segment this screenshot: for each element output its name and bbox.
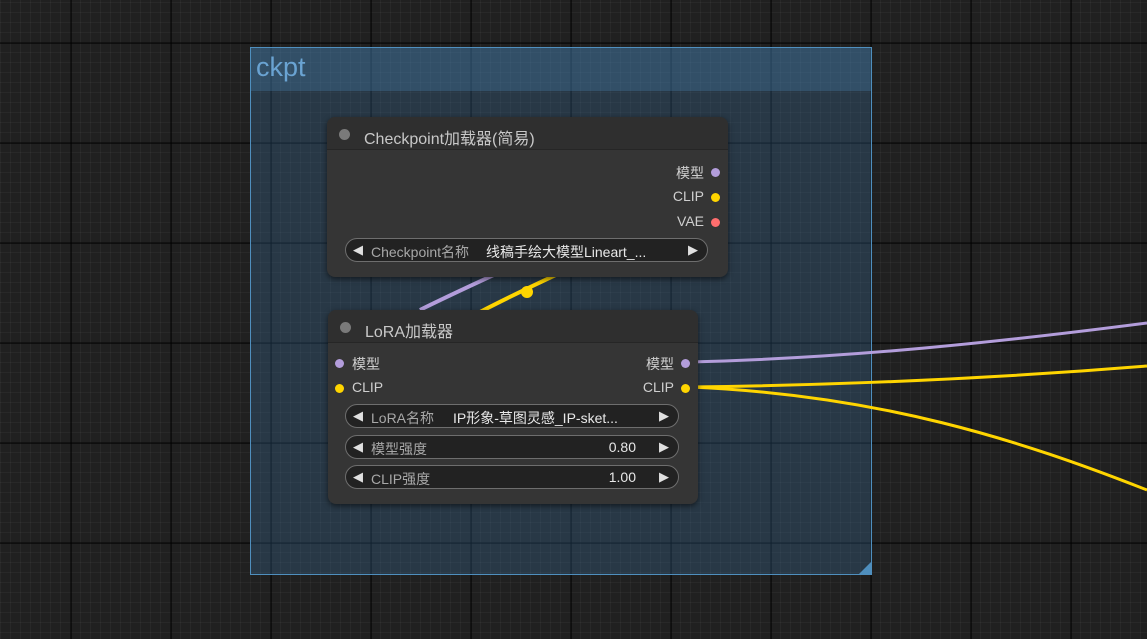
collapse-dot-icon[interactable] [340,322,351,333]
widget-value: 1.00 [608,469,636,485]
output-slot-vae[interactable]: VAE [677,213,704,233]
output-slot-label: 模型 [646,356,674,372]
arrow-left-icon[interactable]: ◀ [353,439,363,455]
group-header[interactable]: ckpt [251,48,871,91]
node-title: LoRA加载器 [365,324,454,341]
input-slot-model[interactable]: 模型 [352,354,380,374]
output-slot-clip[interactable]: CLIP [643,379,674,399]
arrow-left-icon[interactable]: ◀ [353,469,363,485]
widget-clip-strength[interactable]: ◀ CLIP强度 1.00 ▶ [345,465,679,489]
output-dot-clip-icon[interactable] [681,384,690,393]
input-dot-clip-icon[interactable] [335,384,344,393]
arrow-left-icon[interactable]: ◀ [353,408,363,424]
group-title: ckpt [256,52,306,82]
node-title: Checkpoint加载器(简易) [364,131,535,148]
node-checkpoint-loader[interactable]: Checkpoint加载器(简易) 模型 CLIP VAE ◀ Checkpoi… [327,117,728,277]
widget-label: LoRA名称 [371,410,435,426]
arrow-right-icon[interactable]: ▶ [688,242,698,258]
output-slot-clip[interactable]: CLIP [673,188,704,208]
collapse-dot-icon[interactable] [339,129,350,140]
node-lora-loader[interactable]: LoRA加载器 模型 CLIP 模型 CLIP ◀ LoRA名称 IP形象-草图… [328,310,698,504]
output-slot-label: CLIP [672,188,704,204]
output-dot-model-icon[interactable] [681,359,690,368]
output-slot-label: VAE [677,213,704,229]
arrow-right-icon[interactable]: ▶ [659,439,669,455]
output-slot-label: CLIP [642,379,674,395]
node-title-bar[interactable]: Checkpoint加载器(简易) [327,117,728,150]
widget-model-strength[interactable]: ◀ 模型强度 0.80 ▶ [345,435,679,459]
widget-value: 0.80 [608,439,636,455]
arrow-left-icon[interactable]: ◀ [353,242,363,258]
output-slot-model[interactable]: 模型 [646,354,674,374]
output-slot-model[interactable]: 模型 [676,163,704,183]
output-dot-clip-icon[interactable] [711,193,720,202]
widget-value: 线稿手绘大模型Lineart_... [486,244,647,260]
input-slot-label: CLIP [352,379,384,395]
widget-lora-name[interactable]: ◀ LoRA名称 IP形象-草图灵感_IP-sket... ▶ [345,404,679,428]
input-slot-clip[interactable]: CLIP [352,379,383,399]
widget-value: IP形象-草图灵感_IP-sket... [453,410,618,426]
input-dot-model-icon[interactable] [335,359,344,368]
widget-label: CLIP强度 [371,471,431,487]
output-dot-model-icon[interactable] [711,168,720,177]
widget-label: Checkpoint名称 [371,244,470,260]
output-dot-vae-icon[interactable] [711,218,720,227]
output-slot-label: 模型 [676,165,704,181]
widget-label: 模型强度 [371,441,427,457]
widget-checkpoint-name[interactable]: ◀ Checkpoint名称 线稿手绘大模型Lineart_... ▶ [345,238,708,262]
input-slot-label: 模型 [352,356,380,372]
node-title-bar[interactable]: LoRA加载器 [328,310,698,343]
group-resize-handle[interactable] [859,562,871,574]
arrow-right-icon[interactable]: ▶ [659,408,669,424]
arrow-right-icon[interactable]: ▶ [659,469,669,485]
